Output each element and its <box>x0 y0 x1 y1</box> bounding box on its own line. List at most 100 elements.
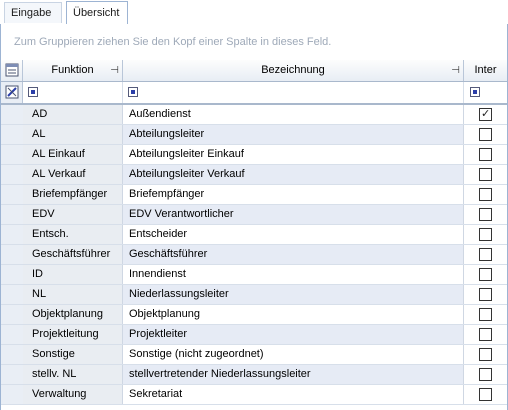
table-row[interactable]: Verwaltung Sekretariat <box>1 385 507 405</box>
cell-bezeichnung[interactable]: Projektleiter <box>123 325 464 344</box>
cell-inter <box>464 265 507 284</box>
row-selector[interactable] <box>1 145 24 164</box>
cell-bezeichnung[interactable]: Abteilungsleiter Einkauf <box>123 145 464 164</box>
cell-funktion[interactable]: Entsch. <box>23 225 123 244</box>
inter-checkbox[interactable] <box>479 208 492 221</box>
cell-inter <box>464 245 507 264</box>
cell-bezeichnung[interactable]: Abteilungsleiter <box>123 125 464 144</box>
grid-panel: Zum Gruppieren ziehen Sie den Kopf einer… <box>0 24 508 410</box>
row-selector[interactable] <box>1 305 24 324</box>
filter-operator-icon[interactable] <box>470 87 480 97</box>
cell-funktion[interactable]: Geschäftsführer <box>23 245 123 264</box>
row-selector[interactable] <box>1 185 24 204</box>
cell-inter <box>464 225 507 244</box>
row-selector[interactable] <box>1 225 24 244</box>
inter-checkbox[interactable] <box>479 148 492 161</box>
column-header-inter[interactable]: Inter <box>464 60 507 81</box>
cell-inter <box>464 185 507 204</box>
group-by-area[interactable]: Zum Gruppieren ziehen Sie den Kopf einer… <box>1 24 507 61</box>
table-row[interactable]: Objektplanung Objektplanung <box>1 305 507 325</box>
cell-funktion[interactable]: Objektplanung <box>23 305 123 324</box>
row-selector[interactable] <box>1 205 24 224</box>
cell-bezeichnung[interactable]: Abteilungsleiter Verkauf <box>123 165 464 184</box>
cell-funktion[interactable]: Verwaltung <box>23 385 123 404</box>
cell-bezeichnung[interactable]: Niederlassungsleiter <box>123 285 464 304</box>
cell-funktion[interactable]: AD <box>23 105 123 124</box>
filter-cell-bezeichnung[interactable] <box>123 82 464 103</box>
cell-bezeichnung[interactable]: Sonstige (nicht zugeordnet) <box>123 345 464 364</box>
row-selector[interactable] <box>1 245 24 264</box>
row-selector[interactable] <box>1 265 24 284</box>
inter-checkbox[interactable] <box>479 228 492 241</box>
inter-checkbox[interactable] <box>479 268 492 281</box>
cell-bezeichnung[interactable]: Sekretariat <box>123 385 464 404</box>
table-row[interactable]: AL Einkauf Abteilungsleiter Einkauf <box>1 145 507 165</box>
cell-inter <box>464 365 507 384</box>
cell-bezeichnung[interactable]: stellvertretender Niederlassungsleiter <box>123 365 464 384</box>
cell-funktion[interactable]: AL Verkauf <box>23 165 123 184</box>
table-row[interactable]: AD Außendienst <box>1 105 507 125</box>
row-selector[interactable] <box>1 325 24 344</box>
inter-checkbox[interactable] <box>479 107 492 121</box>
inter-checkbox[interactable] <box>479 328 492 341</box>
cell-funktion[interactable]: ID <box>23 265 123 284</box>
cell-bezeichnung[interactable]: Geschäftsführer <box>123 245 464 264</box>
row-selector[interactable] <box>1 385 24 404</box>
cell-funktion[interactable]: Sonstige <box>23 345 123 364</box>
row-selector[interactable] <box>1 165 24 184</box>
cell-funktion[interactable]: NL <box>23 285 123 304</box>
cell-inter <box>464 205 507 224</box>
cell-funktion[interactable]: AL <box>23 125 123 144</box>
table-row[interactable]: EDV EDV Verantwortlicher <box>1 205 507 225</box>
table-row[interactable]: Entsch. Entscheider <box>1 225 507 245</box>
cell-bezeichnung[interactable]: Entscheider <box>123 225 464 244</box>
inter-checkbox[interactable] <box>479 388 492 401</box>
filter-operator-icon[interactable] <box>128 87 138 97</box>
table-row[interactable]: Sonstige Sonstige (nicht zugeordnet) <box>1 345 507 365</box>
table-row[interactable]: NL Niederlassungsleiter <box>1 285 507 305</box>
inter-checkbox[interactable] <box>479 308 492 321</box>
cell-bezeichnung[interactable]: Objektplanung <box>123 305 464 324</box>
filter-operator-icon[interactable] <box>28 87 38 97</box>
pin-icon[interactable]: ⊣ <box>451 60 460 81</box>
pin-icon[interactable]: ⊣ <box>110 60 119 81</box>
cell-funktion[interactable]: Briefempfänger <box>23 185 123 204</box>
cell-funktion[interactable]: AL Einkauf <box>23 145 123 164</box>
table-row[interactable]: Geschäftsführer Geschäftsführer <box>1 245 507 265</box>
table-row[interactable]: ID Innendienst <box>1 265 507 285</box>
filter-cell-funktion[interactable] <box>23 82 123 103</box>
cell-bezeichnung[interactable]: EDV Verantwortlicher <box>123 205 464 224</box>
inter-checkbox[interactable] <box>479 248 492 261</box>
row-selector[interactable] <box>1 105 24 124</box>
inter-checkbox[interactable] <box>479 288 492 301</box>
filter-edit-button[interactable] <box>1 82 23 103</box>
column-chooser-button[interactable] <box>1 60 23 81</box>
column-header-funktion[interactable]: Funktion ⊣ <box>23 60 123 81</box>
inter-checkbox[interactable] <box>479 128 492 141</box>
inter-checkbox[interactable] <box>479 348 492 361</box>
cell-bezeichnung[interactable]: Briefempfänger <box>123 185 464 204</box>
row-selector[interactable] <box>1 345 24 364</box>
cell-funktion[interactable]: stellv. NL <box>23 365 123 384</box>
table-row[interactable]: AL Verkauf Abteilungsleiter Verkauf <box>1 165 507 185</box>
tab-uebersicht[interactable]: Übersicht <box>66 1 128 25</box>
column-header-bezeichnung[interactable]: Bezeichnung ⊣ <box>123 60 464 81</box>
inter-checkbox[interactable] <box>479 168 492 181</box>
tab-eingabe[interactable]: Eingabe <box>4 2 62 23</box>
cell-bezeichnung[interactable]: Innendienst <box>123 265 464 284</box>
filter-edit-icon <box>5 85 19 99</box>
table-row[interactable]: Briefempfänger Briefempfänger <box>1 185 507 205</box>
table-row[interactable]: AL Abteilungsleiter <box>1 125 507 145</box>
cell-bezeichnung[interactable]: Außendienst <box>123 105 464 124</box>
table-row[interactable]: Projektleitung Projektleiter <box>1 325 507 345</box>
cell-funktion[interactable]: EDV <box>23 205 123 224</box>
table-row[interactable]: stellv. NL stellvertretender Niederlassun… <box>1 365 507 385</box>
row-selector[interactable] <box>1 365 24 384</box>
row-selector[interactable] <box>1 285 24 304</box>
cell-inter <box>464 345 507 364</box>
inter-checkbox[interactable] <box>479 368 492 381</box>
filter-cell-inter[interactable] <box>464 82 507 103</box>
cell-funktion[interactable]: Projektleitung <box>23 325 123 344</box>
row-selector[interactable] <box>1 125 24 144</box>
inter-checkbox[interactable] <box>479 188 492 201</box>
